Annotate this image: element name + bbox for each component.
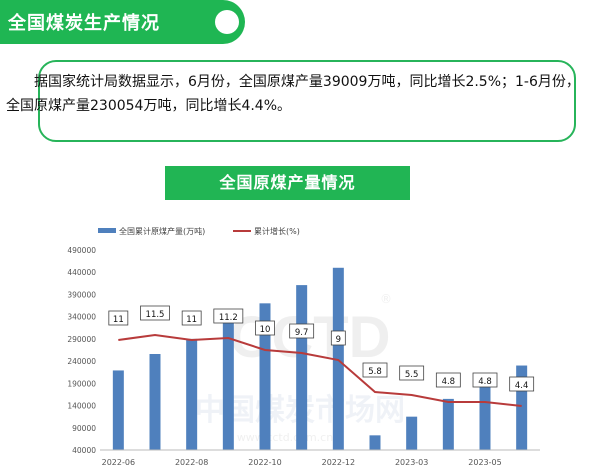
bar <box>186 338 198 450</box>
y-tick-label: 240000 <box>67 357 96 366</box>
bar <box>479 382 491 450</box>
data-label: 4.8 <box>442 377 456 387</box>
banner-dot-icon <box>215 10 239 34</box>
y-tick-label: 40000 <box>72 446 96 455</box>
x-tick-label: 2022-06 <box>102 458 135 467</box>
data-label: 9 <box>336 335 341 345</box>
y-tick-label: 140000 <box>67 402 96 411</box>
y-tick-label: 340000 <box>67 313 96 322</box>
production-chart: CCTD ® 中国煤炭市场网 www.cctd.com.cn 全国累计原煤产量(… <box>67 226 540 467</box>
bar <box>149 354 161 450</box>
data-label: 9.7 <box>295 328 309 338</box>
data-label: 10 <box>260 325 271 335</box>
y-tick-label: 290000 <box>67 335 96 344</box>
legend-bar-swatch <box>98 228 116 233</box>
data-label: 11 <box>113 315 124 325</box>
x-tick-label: 2023-03 <box>395 458 428 467</box>
x-tick-label: 2022-08 <box>175 458 208 467</box>
data-label: 11.2 <box>219 313 238 323</box>
data-label: 4.4 <box>515 381 529 391</box>
y-tick-label: 390000 <box>67 290 96 299</box>
data-label: 11.5 <box>146 310 165 320</box>
bar <box>442 398 454 450</box>
y-axis: 490000 440000 390000 340000 290000 240000 1900… <box>67 246 96 455</box>
y-tick-label: 490000 <box>67 246 96 255</box>
data-label: 5.8 <box>368 367 382 377</box>
x-axis: 2022-06 2022-08 2022-10 2022-12 2023-03 2023-… <box>100 449 540 467</box>
bar <box>112 370 124 450</box>
y-tick-label: 190000 <box>67 379 96 388</box>
summary-text: 据国家统计局数据显示，6月份，全国原煤产量39009万吨，同比增长2.5%；1-… <box>6 74 580 114</box>
legend: 全国累计原煤产量(万吨) 累计增长(%) <box>98 226 300 236</box>
y-tick-label: 440000 <box>67 268 96 277</box>
y-tick-label: 90000 <box>72 424 96 433</box>
x-tick-label: 2023-05 <box>468 458 501 467</box>
data-label: 11 <box>186 315 197 325</box>
section-banner: 全国煤炭生产情况 <box>0 0 245 44</box>
legend-bar-label: 全国累计原煤产量(万吨) <box>119 226 205 236</box>
data-label: 5.5 <box>405 370 419 380</box>
bar <box>296 285 308 450</box>
x-tick-label: 2022-12 <box>322 458 355 467</box>
legend-line-label: 累计增长(%) <box>254 226 300 236</box>
registered-icon: ® <box>380 292 392 306</box>
chart-title: 全国原煤产量情况 <box>165 166 410 200</box>
bar <box>369 435 381 450</box>
watermark-url: www.cctd.com.cn <box>237 431 333 444</box>
data-label: 4.8 <box>478 377 492 387</box>
x-tick-label: 2022-10 <box>248 458 281 467</box>
bar <box>406 416 418 450</box>
section-title: 全国煤炭生产情况 <box>8 13 160 34</box>
